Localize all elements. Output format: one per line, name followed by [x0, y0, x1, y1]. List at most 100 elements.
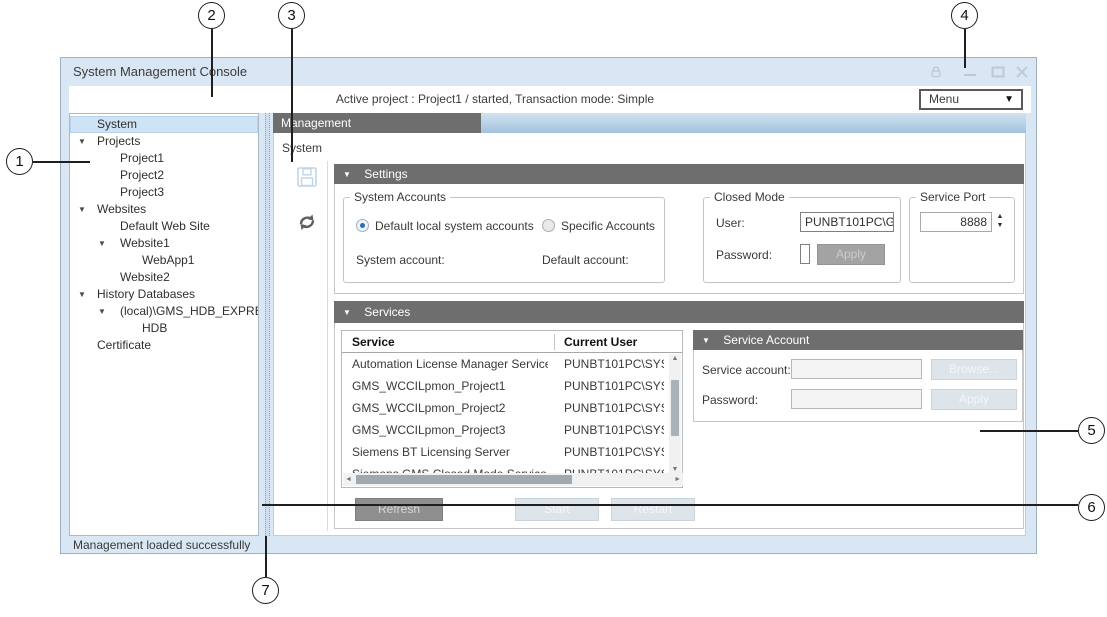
service-account-password-label: Password:	[702, 393, 758, 407]
horizontal-scroll-thumb[interactable]	[356, 475, 572, 484]
tree-item[interactable]: Project3	[70, 184, 258, 201]
tree-item[interactable]: ▼ History Databases	[70, 286, 258, 303]
radio-dot	[360, 223, 365, 228]
spin-down-icon[interactable]: ▼	[995, 222, 1005, 230]
tree-item-label: Project1	[70, 150, 258, 167]
tree-expand-icon[interactable]: ▼	[98, 303, 112, 320]
table-row[interactable]: GMS_WCCILpmon_Project1 PUNBT101PC\SYS	[342, 375, 670, 397]
management-content: System	[273, 133, 1026, 536]
scroll-up-icon[interactable]: ▲	[669, 355, 681, 362]
scroll-left-icon[interactable]: ◄	[345, 473, 352, 486]
close-button[interactable]	[1014, 65, 1030, 79]
tree-item[interactable]: ▼ Websites	[70, 201, 258, 218]
title-bar[interactable]: System Management Console	[61, 58, 1036, 86]
settings-section: ▼ Settings System Accounts Default local…	[334, 164, 1024, 294]
tree-item-label: Websites	[70, 201, 258, 218]
callout-circle: 7	[252, 577, 279, 604]
table-row[interactable]: Siemens BT Licensing Server PUNBT101PC\S…	[342, 441, 670, 463]
user-input[interactable]: PUNBT101PC\Gm	[800, 212, 894, 232]
callout-circle: 3	[278, 2, 305, 29]
tree-item-label: Projects	[70, 133, 258, 150]
tree-item[interactable]: Project1	[70, 150, 258, 167]
column-header-service[interactable]: Service	[352, 331, 395, 353]
tree-item[interactable]: Certificate	[70, 337, 258, 354]
password-input[interactable]	[800, 244, 810, 264]
tree-item[interactable]: Project2	[70, 167, 258, 184]
services-section-header[interactable]: ▼ Services	[334, 301, 1024, 323]
service-account-password-input[interactable]	[791, 389, 922, 409]
tree-item[interactable]: Default Web Site	[70, 218, 258, 235]
menu-dropdown[interactable]: Menu ▼	[919, 89, 1023, 110]
tab-management[interactable]: Management	[273, 113, 481, 133]
tree-expand-icon[interactable]: ▼	[78, 133, 92, 150]
collapse-icon: ▼	[343, 170, 351, 179]
column-header-current-user[interactable]: Current User	[564, 331, 637, 353]
service-name-cell: Automation License Manager Service	[352, 353, 548, 375]
panel-splitter[interactable]	[263, 113, 273, 536]
save-icon[interactable]	[296, 166, 318, 188]
tree-expand-icon[interactable]: ▼	[78, 201, 92, 218]
refresh-icon[interactable]	[296, 211, 318, 233]
horizontal-scrollbar[interactable]: ◄ ►	[343, 473, 683, 486]
start-button[interactable]: Start	[515, 498, 599, 521]
service-account-input[interactable]	[791, 359, 922, 379]
collapse-icon: ▼	[702, 336, 710, 345]
closed-mode-group: Closed Mode User: PUNBT101PC\Gm Password…	[703, 197, 901, 283]
callout-line	[291, 29, 293, 162]
maximize-button[interactable]	[990, 65, 1006, 79]
tree-item[interactable]: HDB	[70, 320, 258, 337]
tree-item[interactable]: System	[70, 116, 258, 133]
tree-expand-icon[interactable]: ▼	[78, 286, 92, 303]
toolbar-divider	[327, 161, 328, 531]
current-user-cell: PUNBT101PC\SYS	[564, 375, 664, 397]
callout-number: 4	[960, 7, 968, 24]
settings-section-title: Settings	[364, 167, 407, 181]
service-port-input[interactable]: 8888	[920, 212, 992, 232]
tree-item[interactable]: ▼ Projects	[70, 133, 258, 150]
service-account-header[interactable]: ▼ Service Account	[693, 330, 1023, 350]
active-project-status: Active project : Project1 / started, Tra…	[69, 86, 921, 113]
vertical-scrollbar[interactable]: ▲ ▼	[669, 354, 681, 474]
service-account-apply-button[interactable]: Apply	[931, 389, 1017, 410]
radio-default-accounts-label: Default local system accounts	[375, 219, 534, 233]
figure-canvas: System Management Console Active project…	[0, 0, 1107, 617]
restart-button[interactable]: Restart	[611, 498, 695, 521]
context-label: System	[282, 141, 322, 155]
tree-expand-icon[interactable]: ▼	[98, 235, 112, 252]
settings-section-header[interactable]: ▼ Settings	[334, 164, 1024, 184]
lock-icon	[929, 65, 945, 79]
table-row[interactable]: GMS_WCCILpmon_Project2 PUNBT101PC\SYS	[342, 397, 670, 419]
service-port-group: Service Port 8888 ▲ ▼	[909, 197, 1015, 283]
services-section-title: Services	[364, 305, 410, 319]
system-tree-panel: System ▼ Projects Project1 Project2	[69, 113, 259, 536]
vertical-scroll-thumb[interactable]	[671, 380, 679, 436]
tab-bar: Management	[273, 113, 1026, 133]
closed-mode-apply-button[interactable]: Apply	[817, 244, 885, 265]
refresh-button[interactable]: Refresh	[355, 498, 443, 521]
callout-circle: 2	[198, 2, 225, 29]
service-name-cell: GMS_WCCILpmon_Project2	[352, 397, 548, 419]
radio-default-accounts[interactable]	[356, 219, 369, 232]
scroll-right-icon[interactable]: ►	[674, 473, 681, 486]
tree-item[interactable]: Website2	[70, 269, 258, 286]
spin-up-icon[interactable]: ▲	[995, 213, 1005, 221]
radio-specific-accounts[interactable]	[542, 219, 555, 232]
scroll-down-icon[interactable]: ▼	[669, 466, 681, 473]
callout-circle: 4	[951, 2, 978, 29]
table-row[interactable]: GMS_WCCILpmon_Project3 PUNBT101PC\SYS	[342, 419, 670, 441]
callout-line	[964, 29, 966, 68]
status-bar-text: Management loaded successfully	[73, 538, 250, 552]
current-user-cell: PUNBT101PC\SYS	[564, 441, 664, 463]
tree-item[interactable]: ▼ (local)\GMS_HDB_EXPRESS	[70, 303, 258, 320]
tree-item[interactable]: WebApp1	[70, 252, 258, 269]
tree-item-label: WebApp1	[70, 252, 258, 269]
browse-button[interactable]: Browse...	[931, 359, 1017, 380]
current-user-cell: PUNBT101PC\SYS	[564, 353, 664, 375]
closed-mode-legend: Closed Mode	[710, 190, 789, 204]
tree-item-label: Certificate	[70, 337, 258, 354]
services-table-rows: Automation License Manager Service PUNBT…	[342, 353, 670, 474]
callout-circle: 6	[1078, 494, 1105, 521]
password-label: Password:	[716, 248, 772, 262]
tree-item[interactable]: ▼ Website1	[70, 235, 258, 252]
table-row[interactable]: Automation License Manager Service PUNBT…	[342, 353, 670, 375]
